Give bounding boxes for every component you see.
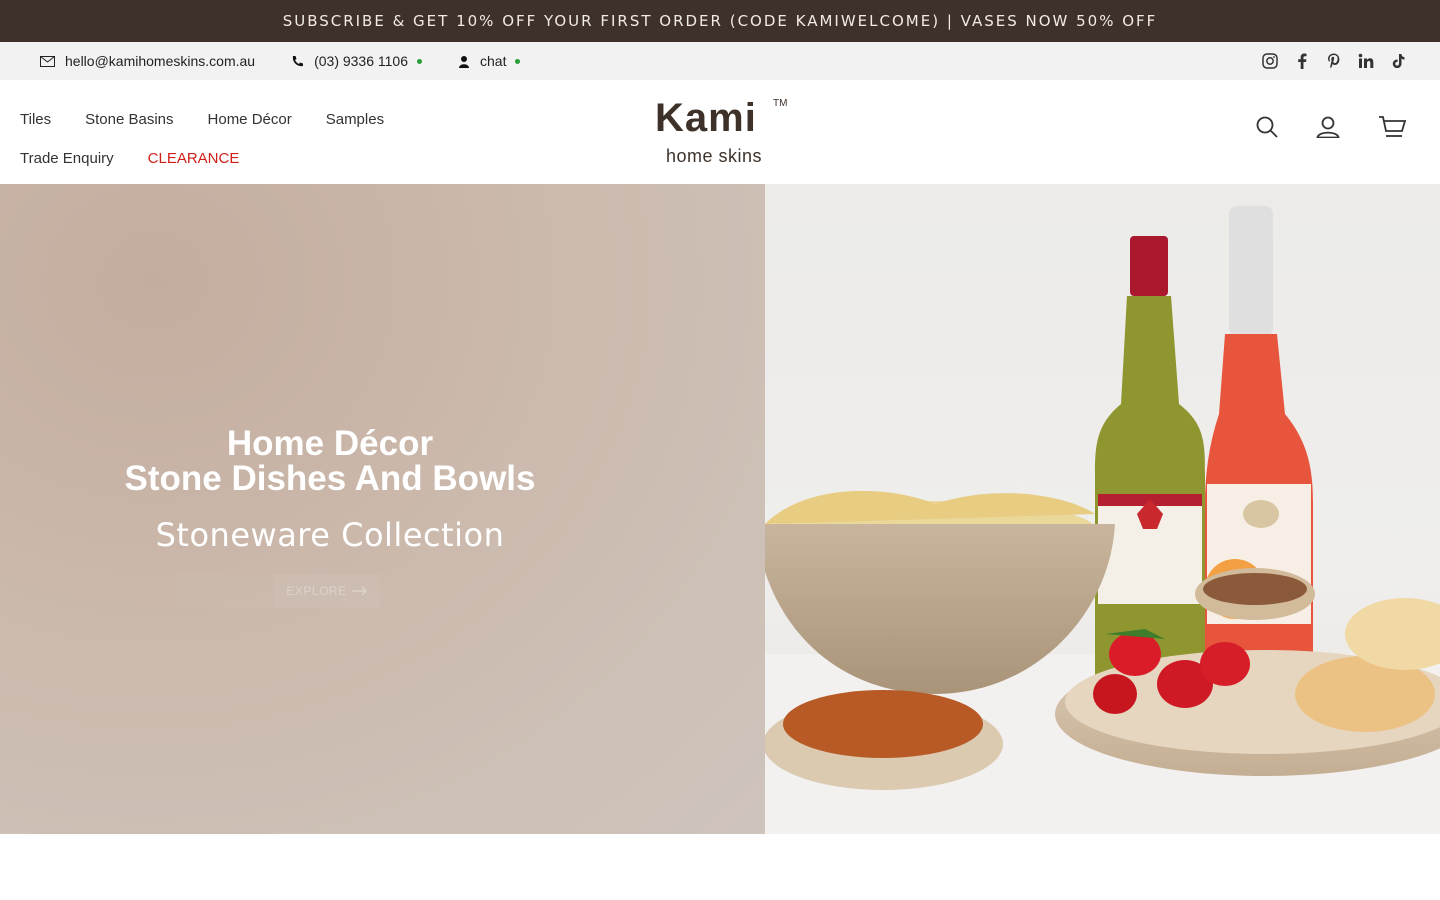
tiktok-icon[interactable] <box>1389 52 1407 70</box>
hero-button-ghost <box>178 574 274 608</box>
hero-heading-group: Home Décor Stone Dishes And Bowls Stonew… <box>0 426 660 554</box>
announcement-text: SUBSCRIBE & GET 10% OFF YOUR FIRST ORDER… <box>282 12 1158 30</box>
announcement-bar: SUBSCRIBE & GET 10% OFF YOUR FIRST ORDER… <box>0 0 1440 42</box>
nav-trade-enquiry[interactable]: Trade Enquiry <box>20 150 114 167</box>
phone-link[interactable]: (03) 9336 1106 <box>291 53 423 69</box>
main-nav: Tiles Stone Basins Home Décor Samples Tr… <box>20 100 440 178</box>
instagram-icon[interactable] <box>1261 52 1279 70</box>
hero-text-panel: Home Décor Stone Dishes And Bowls Stonew… <box>0 184 765 834</box>
logo-wordmark: Kami <box>655 96 757 140</box>
online-status-dot <box>417 58 423 64</box>
user-icon <box>459 55 470 68</box>
email-link[interactable]: hello@kamihomeskins.com.au <box>40 53 255 69</box>
hero-product-image <box>765 184 1440 834</box>
phone-icon <box>292 55 304 66</box>
logo-trademark: TM <box>773 98 788 109</box>
email-text: hello@kamihomeskins.com.au <box>65 53 256 69</box>
explore-label: EXPLORE <box>286 584 347 598</box>
hero-heading-line1: Home Décor <box>226 424 434 463</box>
linkedin-icon[interactable] <box>1357 52 1375 70</box>
mail-icon <box>40 55 55 67</box>
explore-button[interactable]: EXPLORE <box>274 574 380 608</box>
arrow-right-icon <box>351 586 367 596</box>
contact-bar: hello@kamihomeskins.com.au (03) 9336 110… <box>0 42 1440 80</box>
facebook-icon[interactable] <box>1293 52 1311 70</box>
search-icon[interactable] <box>1256 116 1278 143</box>
hero-banner: Home Décor Stone Dishes And Bowls Stonew… <box>0 184 1440 834</box>
nav-tiles[interactable]: Tiles <box>20 111 51 128</box>
stoneware-food-scene <box>765 206 1440 834</box>
nav-clearance[interactable]: CLEARANCE <box>148 150 240 167</box>
pinterest-icon[interactable] <box>1325 52 1343 70</box>
logo-tagline: home skins <box>666 146 763 166</box>
nav-samples[interactable]: Samples <box>326 111 384 128</box>
social-links <box>1261 52 1407 70</box>
nav-stone-basins[interactable]: Stone Basins <box>85 111 173 128</box>
site-header: Tiles Stone Basins Home Décor Samples Tr… <box>0 80 1440 184</box>
hero-subtitle: Stoneware Collection <box>155 516 505 554</box>
account-icon[interactable] <box>1316 116 1340 143</box>
chat-link[interactable]: chat <box>458 53 521 69</box>
cart-icon[interactable] <box>1378 116 1407 143</box>
chat-status-dot <box>515 58 521 64</box>
site-logo[interactable]: Kami TM home skins <box>655 96 795 168</box>
header-actions <box>1256 116 1407 143</box>
nav-home-decor[interactable]: Home Décor <box>208 111 292 128</box>
chat-text: chat <box>480 53 507 69</box>
phone-text: (03) 9336 1106 <box>314 53 409 69</box>
hero-heading-line2: Stone Dishes And Bowls <box>124 459 536 498</box>
